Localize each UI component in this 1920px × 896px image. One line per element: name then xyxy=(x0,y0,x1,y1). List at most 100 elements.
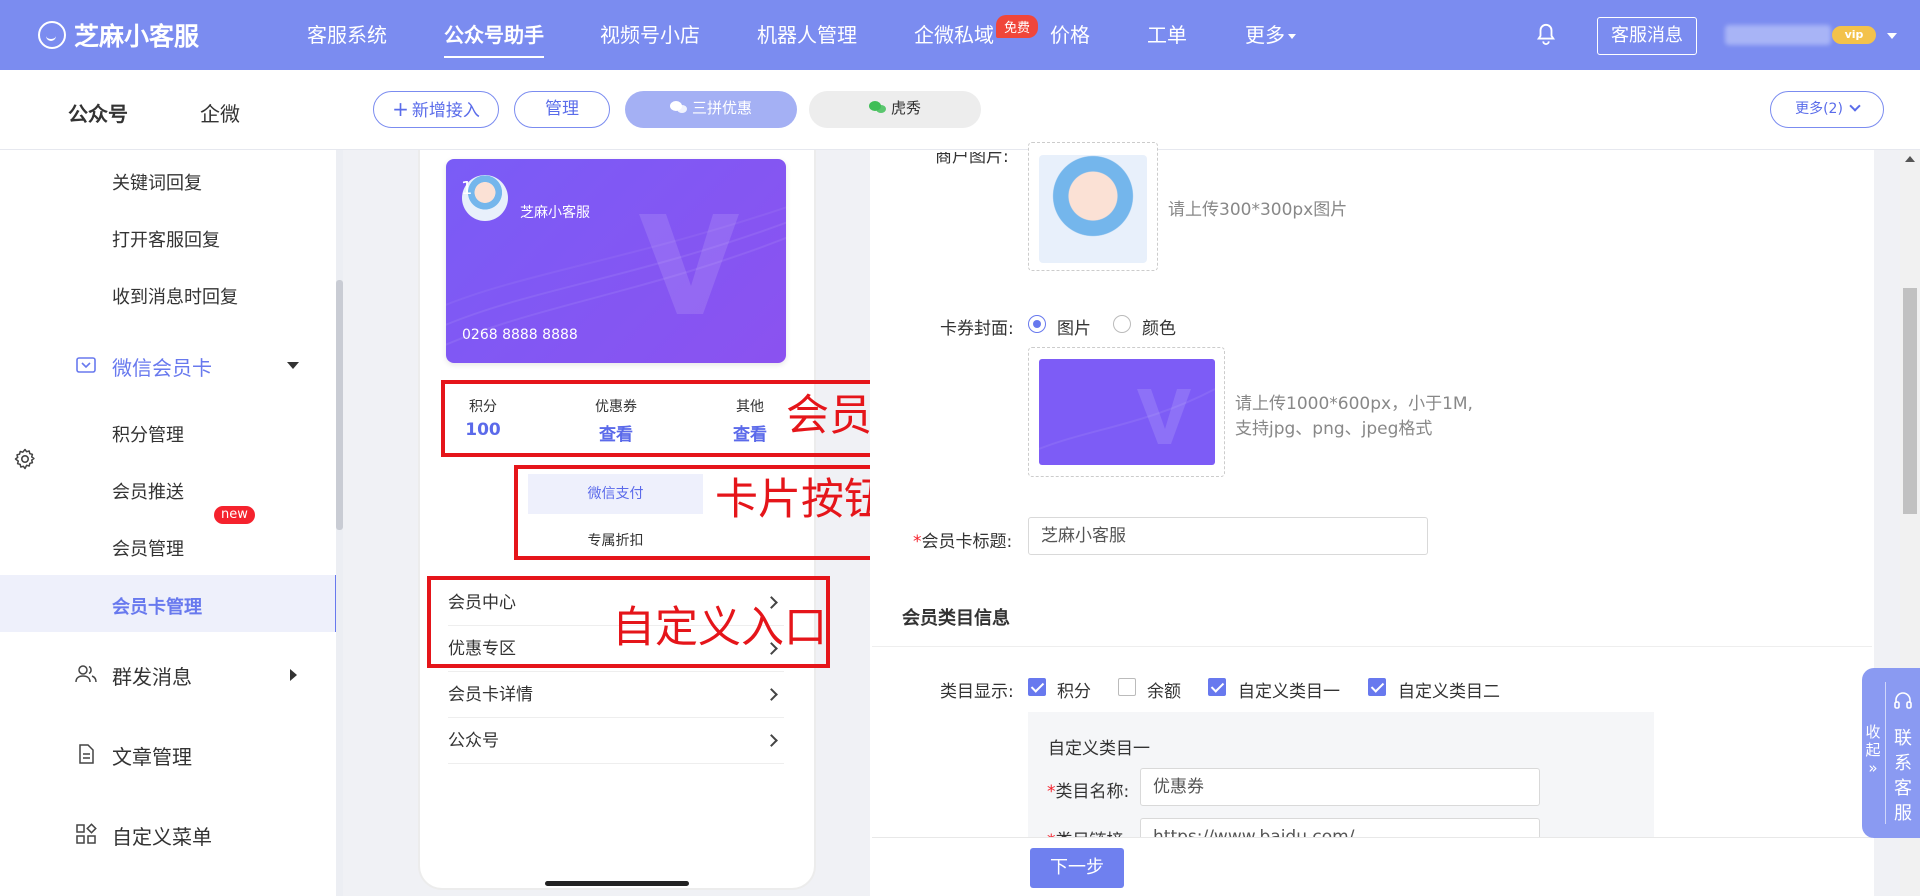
sidebar-item-wechat-member-card[interactable]: 微信会员卡 xyxy=(76,352,212,381)
bell-icon[interactable] xyxy=(1535,22,1557,46)
nav-customer-service[interactable]: 客服系统 xyxy=(307,22,387,48)
sidebar-item-group-message[interactable]: 群发消息 xyxy=(75,661,192,690)
free-badge: 免费 xyxy=(996,15,1039,38)
category-name-label: *类目名称: xyxy=(1047,777,1129,802)
account-tab-sanpin[interactable]: 三拼优惠 xyxy=(625,91,797,128)
sidebar-item-member-push[interactable]: 会员推送 xyxy=(112,478,184,504)
app-logo[interactable]: 芝麻小客服 xyxy=(38,18,199,52)
add-access-button[interactable]: + 新增接入 xyxy=(373,91,499,128)
custom-category-title: 自定义类目一 xyxy=(1048,739,1150,759)
add-access-label: 新增接入 xyxy=(411,101,480,121)
user-dropdown-caret-icon[interactable] xyxy=(1887,33,1897,39)
required-mark: * xyxy=(1047,782,1056,802)
nav-wecom-private[interactable]: 企微私域 xyxy=(914,22,994,48)
sidebar-item-group-message-label: 群发消息 xyxy=(112,665,192,689)
category-name-label-text: 类目名称: xyxy=(1055,782,1130,802)
card-title-label: *会员卡标题: xyxy=(913,527,1012,552)
cover-image-upload[interactable] xyxy=(1028,347,1225,477)
nav-video-shop[interactable]: 视频号小店 xyxy=(600,22,700,48)
category-custom-1-label[interactable]: 自定义类目一 xyxy=(1238,677,1340,702)
card-number: 0268 8888 8888 xyxy=(462,327,578,343)
manage-button[interactable]: 管理 xyxy=(514,91,610,128)
cover-label: 卡券封面: xyxy=(940,319,1014,339)
more-accounts-button[interactable]: 更多(2) xyxy=(1770,91,1884,128)
sidebar-item-custom-menu-label: 自定义菜单 xyxy=(112,825,212,849)
caret-down-icon[interactable] xyxy=(287,362,299,369)
logo-icon xyxy=(38,21,66,49)
nav-robot-management[interactable]: 机器人管理 xyxy=(757,22,857,48)
next-step-button[interactable]: 下一步 xyxy=(1030,848,1124,888)
member-card-icon xyxy=(76,357,96,373)
contact-service-label: 联系客服 xyxy=(1894,728,1912,824)
category-custom-2-label[interactable]: 自定义类目二 xyxy=(1398,677,1500,702)
category-balance-checkbox[interactable] xyxy=(1118,678,1136,696)
wechat-icon xyxy=(669,101,688,114)
card-title-label-text: 会员卡标题: xyxy=(921,532,1013,552)
document-icon xyxy=(79,744,94,764)
entry-card-details-label: 会员卡详情 xyxy=(448,685,533,705)
scroll-up-arrow-icon[interactable] xyxy=(1905,156,1915,162)
cover-option-image-label[interactable]: 图片 xyxy=(1057,314,1091,339)
tab-wecom[interactable]: 企微 xyxy=(200,98,240,127)
chevron-right-icon xyxy=(765,688,778,701)
plus-icon: + xyxy=(392,97,409,121)
entry-official-account-label: 公众号 xyxy=(448,731,499,751)
sidebar-item-wechat-member-card-label: 微信会员卡 xyxy=(112,356,212,380)
logo-text: 芝麻小客服 xyxy=(74,22,200,51)
merchant-image-upload[interactable] xyxy=(1028,142,1158,271)
merchant-image-thumbnail xyxy=(1039,155,1147,263)
nav-price[interactable]: 价格 xyxy=(1050,22,1090,48)
phone-home-indicator xyxy=(545,881,689,886)
chevron-right-icon xyxy=(765,734,778,747)
category-balance-label[interactable]: 余额 xyxy=(1147,677,1181,702)
nav-more[interactable]: 更多 xyxy=(1245,22,1296,48)
sub-navigation-bar: 公众号 企微 + 新增接入 管理 三拼优惠 虎秀 更多(2) xyxy=(0,70,1920,153)
category-points-checkbox[interactable] xyxy=(1028,678,1046,696)
sidebar-item-receive-message-reply[interactable]: 收到消息时回复 xyxy=(112,283,238,309)
tab-official-account[interactable]: 公众号 xyxy=(68,98,128,153)
page-scrollbar-thumb[interactable] xyxy=(1903,288,1917,514)
category-custom-1-checkbox[interactable] xyxy=(1208,678,1226,696)
category-points-label[interactable]: 积分 xyxy=(1057,677,1091,702)
sidebar-item-open-service-reply[interactable]: 打开客服回复 xyxy=(112,226,220,252)
card-title-input[interactable]: 芝麻小客服 xyxy=(1028,517,1428,555)
sidebar-item-card-management[interactable]: 会员卡管理 xyxy=(112,593,202,619)
nav-work-order[interactable]: 工单 xyxy=(1147,22,1187,48)
entry-card-details[interactable]: 会员卡详情 xyxy=(448,672,784,718)
form-footer xyxy=(872,837,1872,896)
account-tab-huxiu[interactable]: 虎秀 xyxy=(809,91,981,128)
cover-option-color-label[interactable]: 颜色 xyxy=(1142,314,1176,339)
cover-option-color-radio[interactable] xyxy=(1113,315,1131,333)
section-divider xyxy=(872,646,1872,647)
cover-image-thumbnail xyxy=(1039,359,1215,465)
sidebar: 关键词回复 打开客服回复 收到消息时回复 微信会员卡 new 积分管理 会员推送… xyxy=(0,150,338,896)
nav-more-caret-icon xyxy=(1288,34,1296,39)
sidebar-item-article-management[interactable]: 文章管理 xyxy=(79,741,192,770)
caret-right-icon[interactable] xyxy=(290,669,297,681)
users-icon xyxy=(75,665,97,683)
category-custom-2-checkbox[interactable] xyxy=(1368,678,1386,696)
gear-icon[interactable] xyxy=(13,447,37,471)
card-title-number: 1 xyxy=(461,178,473,199)
service-message-button[interactable]: 客服消息 xyxy=(1597,17,1697,55)
nav-official-account-assistant[interactable]: 公众号助手 xyxy=(444,22,544,58)
user-account-blurred[interactable] xyxy=(1725,25,1831,45)
annotation-custom-entry: 自定义入口 xyxy=(612,603,827,653)
vip-badge: vip xyxy=(1832,26,1876,44)
account-tab-huxiu-label: 虎秀 xyxy=(890,99,921,117)
sidebar-scrollbar-thumb[interactable] xyxy=(336,280,343,530)
sidebar-item-keyword-reply[interactable]: 关键词回复 xyxy=(112,169,202,195)
sidebar-item-custom-menu[interactable]: 自定义菜单 xyxy=(76,821,212,850)
collapse-label: 收起 xyxy=(1865,723,1881,759)
double-chevron-right-icon: » xyxy=(1868,759,1878,777)
sidebar-item-member-management[interactable]: 会员管理 xyxy=(112,535,184,561)
cover-option-image-radio[interactable] xyxy=(1028,315,1046,333)
sidebar-item-points[interactable]: 积分管理 xyxy=(112,421,184,447)
contact-service-widget[interactable]: 收起» 联系客服 xyxy=(1862,668,1920,838)
required-mark: * xyxy=(913,532,922,552)
entry-official-account[interactable]: 公众号 xyxy=(448,718,784,764)
collapse-button[interactable]: 收起» xyxy=(1864,723,1882,777)
category-name-input[interactable]: 优惠券 xyxy=(1140,768,1540,806)
more-accounts-label: 更多(2) xyxy=(1795,101,1843,117)
nav-more-label: 更多 xyxy=(1245,23,1285,47)
